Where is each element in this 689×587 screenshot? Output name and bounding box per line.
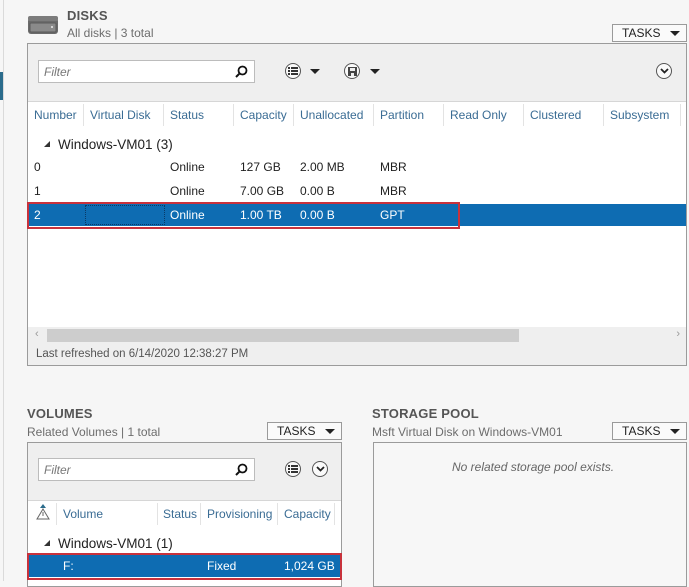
- cell-number: 0: [34, 160, 41, 174]
- table-row-selected[interactable]: 2 Online 1.00 TB 0.00 B GPT: [28, 204, 686, 226]
- volumes-tasks-button[interactable]: TASKS: [267, 422, 342, 440]
- cell-number: 2: [34, 208, 41, 222]
- cell-provisioning: Fixed: [207, 559, 237, 573]
- filter-placeholder: Filter: [44, 463, 71, 477]
- cell-capacity: 1.00 TB: [240, 208, 282, 222]
- scroll-left-arrow-icon[interactable]: ‹: [35, 328, 39, 340]
- cell-capacity: 127 GB: [240, 160, 281, 174]
- column-separator: [56, 503, 57, 525]
- cell-unallocated: 2.00 MB: [300, 160, 345, 174]
- cell-unallocated: 0.00 B: [300, 208, 335, 222]
- column-header-capacity[interactable]: Capacity: [284, 507, 331, 521]
- column-separator: [523, 104, 524, 126]
- column-separator: [334, 503, 335, 525]
- search-icon[interactable]: [235, 463, 248, 476]
- save-dropdown-caret[interactable]: [370, 69, 380, 74]
- column-header-read-only[interactable]: Read Only: [450, 108, 507, 122]
- column-separator: [83, 104, 84, 126]
- column-header-provisioning[interactable]: Provisioning: [207, 507, 272, 521]
- scrollbar-thumb[interactable]: [47, 329, 519, 342]
- disks-subtitle: All disks | 3 total: [67, 26, 154, 40]
- disks-title: DISKS: [67, 8, 108, 23]
- column-header-virtual-disk[interactable]: Virtual Disk: [90, 108, 150, 122]
- disks-group-header[interactable]: Windows-VM01 (3): [44, 137, 173, 152]
- storage-pool-panel: No related storage pool exists.: [373, 442, 687, 587]
- cell-status: Online: [170, 160, 205, 174]
- tasks-label: TASKS: [622, 26, 661, 40]
- save-icon[interactable]: [344, 63, 360, 79]
- volumes-title: VOLUMES: [27, 406, 93, 421]
- caret-down-icon: [670, 428, 680, 434]
- column-header-status[interactable]: Status: [170, 108, 204, 122]
- column-separator: [163, 104, 164, 126]
- caret-down-icon: [670, 30, 680, 36]
- cell-partition: GPT: [380, 208, 405, 222]
- table-row-selected[interactable]: F: Fixed 1,024 GB: [28, 555, 341, 577]
- volumes-panel: Filter Volume Status Provisioning Capaci…: [27, 442, 342, 587]
- tasks-label: TASKS: [622, 424, 661, 438]
- column-separator: [293, 104, 294, 126]
- list-view-icon[interactable]: [285, 461, 301, 477]
- cell-status: Online: [170, 208, 205, 222]
- collapse-triangle-icon[interactable]: [44, 540, 50, 546]
- disks-tasks-button[interactable]: TASKS: [612, 24, 687, 42]
- cell-number: 1: [34, 184, 41, 198]
- column-header-clustered[interactable]: Clustered: [530, 108, 581, 122]
- storage-pool-title: STORAGE POOL: [372, 406, 479, 421]
- list-view-dropdown-caret[interactable]: [310, 69, 320, 74]
- warning-icon[interactable]: [36, 504, 50, 520]
- disks-panel: Filter Number Virtual Disk Status Capaci…: [27, 43, 687, 366]
- disks-toolbar: Filter: [28, 44, 686, 102]
- filter-placeholder: Filter: [44, 65, 71, 79]
- group-label: Windows-VM01 (3): [58, 137, 173, 152]
- cell-partition: MBR: [380, 184, 407, 198]
- storage-pool-subtitle: Msft Virtual Disk on Windows-VM01: [372, 425, 563, 439]
- column-header-number[interactable]: Number: [34, 108, 77, 122]
- table-row[interactable]: 1 Online 7.00 GB 0.00 B MBR: [28, 180, 686, 202]
- column-separator: [443, 104, 444, 126]
- column-header-status[interactable]: Status: [163, 507, 197, 521]
- column-header-volume[interactable]: Volume: [63, 507, 103, 521]
- group-label: Windows-VM01 (1): [58, 536, 173, 551]
- volumes-toolbar: Filter: [28, 443, 341, 501]
- empty-state-message: No related storage pool exists.: [452, 460, 615, 474]
- horizontal-scrollbar[interactable]: ‹ ›: [28, 327, 686, 343]
- column-separator: [680, 104, 681, 126]
- column-separator: [603, 104, 604, 126]
- left-nav-active-indicator: [0, 72, 3, 100]
- column-separator: [157, 503, 158, 525]
- volumes-subtitle: Related Volumes | 1 total: [27, 425, 161, 439]
- tasks-label: TASKS: [277, 424, 316, 438]
- storage-pool-tasks-button[interactable]: TASKS: [612, 422, 687, 440]
- scroll-right-arrow-icon[interactable]: ›: [676, 328, 680, 340]
- cell-status: Online: [170, 184, 205, 198]
- volumes-group-header[interactable]: Windows-VM01 (1): [44, 536, 173, 551]
- collapse-triangle-icon[interactable]: [44, 141, 50, 147]
- disks-filter-input[interactable]: Filter: [38, 60, 255, 83]
- cell-volume: F:: [63, 559, 74, 573]
- column-separator: [233, 104, 234, 126]
- column-separator: [200, 503, 201, 525]
- table-row[interactable]: 0 Online 127 GB 2.00 MB MBR: [28, 156, 686, 178]
- chevron-down-icon[interactable]: [656, 63, 672, 79]
- cell-partition: MBR: [380, 160, 407, 174]
- column-separator: [373, 104, 374, 126]
- volumes-filter-input[interactable]: Filter: [38, 458, 255, 481]
- column-header-unallocated[interactable]: Unallocated: [300, 108, 363, 122]
- status-bar: Last refreshed on 6/14/2020 12:38:27 PM: [28, 343, 686, 365]
- list-view-icon[interactable]: [285, 63, 301, 79]
- last-refreshed-text: Last refreshed on 6/14/2020 12:38:27 PM: [36, 348, 249, 360]
- cell-capacity: 1,024 GB: [284, 559, 335, 573]
- search-icon[interactable]: [235, 65, 248, 78]
- column-header-subsystem[interactable]: Subsystem: [610, 108, 669, 122]
- caret-down-icon: [325, 428, 335, 434]
- hard-disk-icon: [28, 16, 58, 34]
- column-separator: [277, 503, 278, 525]
- chevron-down-icon[interactable]: [312, 461, 328, 477]
- cell-unallocated: 0.00 B: [300, 184, 335, 198]
- focused-cell-virtual-disk[interactable]: [85, 205, 165, 225]
- column-header-capacity[interactable]: Capacity: [240, 108, 287, 122]
- column-header-partition[interactable]: Partition: [380, 108, 424, 122]
- cell-capacity: 7.00 GB: [240, 184, 285, 198]
